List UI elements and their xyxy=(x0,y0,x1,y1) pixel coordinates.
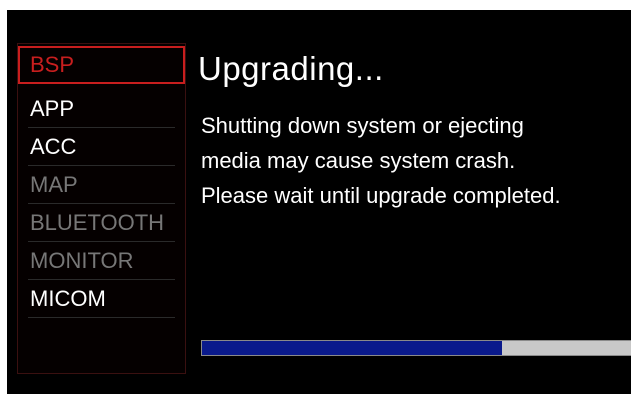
upgrade-screen: BSP APP ACC MAP BLUETOOTH MONITOR MICOM … xyxy=(7,10,631,394)
sidebar-item-acc[interactable]: ACC xyxy=(18,128,185,166)
warning-message-line-3: Please wait until upgrade completed. xyxy=(201,183,561,208)
sidebar-item-label: ACC xyxy=(30,134,77,159)
sidebar-item-label: BLUETOOTH xyxy=(30,210,165,235)
sidebar-item-bsp[interactable]: BSP xyxy=(18,46,185,84)
upgrade-progress-fill xyxy=(202,341,503,355)
sidebar-item-map: MAP xyxy=(18,166,185,204)
sidebar-item-monitor: MONITOR xyxy=(18,242,185,280)
divider xyxy=(28,317,175,318)
sidebar-item-micom[interactable]: MICOM xyxy=(18,280,185,318)
sidebar-item-label: BSP xyxy=(30,52,75,77)
upgrade-progress-bar xyxy=(201,340,631,356)
sidebar-item-bluetooth: BLUETOOTH xyxy=(18,204,185,242)
sidebar-item-label: APP xyxy=(30,96,75,121)
page-title: Upgrading... xyxy=(198,50,384,87)
warning-message-line-2: media may cause system crash. xyxy=(201,148,516,173)
warning-message-line-1: Shutting down system or ejecting xyxy=(201,113,524,138)
sidebar-item-label: MONITOR xyxy=(30,248,134,273)
module-list: BSP APP ACC MAP BLUETOOTH MONITOR MICOM xyxy=(17,43,186,374)
sidebar-item-label: MAP xyxy=(30,172,78,197)
sidebar-item-app[interactable]: APP xyxy=(18,90,185,128)
sidebar-item-label: MICOM xyxy=(30,286,106,311)
